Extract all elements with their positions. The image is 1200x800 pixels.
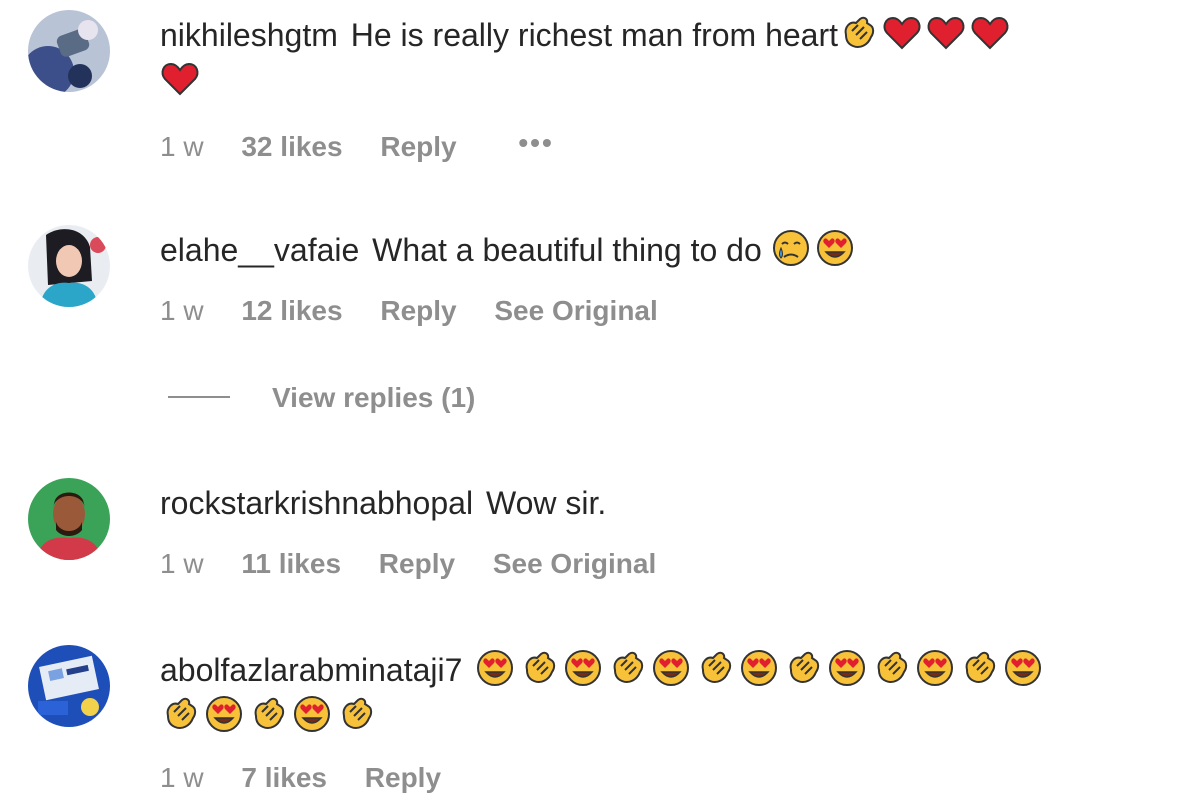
- crying-face-icon: [771, 228, 811, 268]
- comment-text-line: [160, 693, 1170, 739]
- avatar[interactable]: [28, 10, 110, 92]
- heart-eyes-face-icon: [827, 648, 867, 688]
- comment-text: Wow sir.: [485, 485, 607, 521]
- clapping-hands-icon: [871, 648, 911, 688]
- comment-text: What a beautiful thing to do: [372, 232, 762, 268]
- reply-button[interactable]: Reply: [380, 130, 456, 164]
- comment-username[interactable]: nikhileshgtm: [160, 17, 338, 53]
- comment-time[interactable]: 1 w: [160, 130, 204, 164]
- comment-likes[interactable]: 11 likes: [241, 547, 341, 581]
- avatar[interactable]: [28, 645, 110, 727]
- clapping-hands-icon: [248, 694, 288, 734]
- comment-username[interactable]: elahe__vafaie: [160, 232, 359, 268]
- comment-meta: 1 w 11 likes Reply See Original: [160, 547, 686, 581]
- comment-meta: 1 w 12 likes Reply See Original: [160, 294, 688, 328]
- clapping-hands-icon: [336, 694, 376, 734]
- heart-eyes-face-icon: [915, 648, 955, 688]
- heart-eyes-face-icon: [563, 648, 603, 688]
- more-options-icon[interactable]: •••: [518, 126, 553, 160]
- clapping-hands-icon: [783, 648, 823, 688]
- replies-divider: [168, 396, 230, 398]
- heart-eyes-face-icon: [204, 694, 244, 734]
- comment-time[interactable]: 1 w: [160, 547, 204, 581]
- comment-text-line: nikhileshgtm He is really richest man fr…: [160, 12, 1170, 58]
- red-heart-icon: [926, 13, 966, 53]
- comment-likes[interactable]: 12 likes: [241, 294, 342, 328]
- comments-feed: nikhileshgtm He is really richest man fr…: [0, 0, 1200, 800]
- comment-text: He is really richest man from heart: [350, 17, 839, 53]
- clapping-hands-icon: [607, 648, 647, 688]
- view-replies-button[interactable]: View replies (1): [168, 382, 475, 414]
- clapping-hands-icon: [695, 648, 735, 688]
- clapping-hands-icon: [838, 13, 878, 53]
- comment-text-line: abolfazlarabminataji7: [160, 647, 1170, 693]
- heart-eyes-face-icon: [651, 648, 691, 688]
- heart-eyes-face-icon: [739, 648, 779, 688]
- avatar[interactable]: [28, 225, 110, 307]
- clapping-hands-icon: [959, 648, 999, 688]
- comment-text-line: elahe__vafaie What a beautiful thing to …: [160, 227, 1170, 273]
- reply-button[interactable]: Reply: [379, 547, 455, 581]
- red-heart-icon: [970, 13, 1010, 53]
- comment-text-line: rockstarkrishnabhopal Wow sir.: [160, 480, 1170, 526]
- comment-time[interactable]: 1 w: [160, 761, 204, 795]
- comment-username[interactable]: abolfazlarabminataji7: [160, 652, 462, 688]
- comment-text-line: [160, 58, 1170, 104]
- view-replies-label[interactable]: View replies (1): [272, 382, 475, 413]
- heart-eyes-face-icon: [1003, 648, 1043, 688]
- heart-eyes-face-icon: [815, 228, 855, 268]
- reply-button[interactable]: Reply: [365, 761, 441, 795]
- heart-eyes-face-icon: [292, 694, 332, 734]
- reply-button[interactable]: Reply: [380, 294, 456, 328]
- red-heart-icon: [882, 13, 922, 53]
- see-original-button[interactable]: See Original: [494, 294, 657, 328]
- see-original-button[interactable]: See Original: [493, 547, 656, 581]
- clapping-hands-icon: [160, 694, 200, 734]
- heart-eyes-face-icon: [475, 648, 515, 688]
- comment-time[interactable]: 1 w: [160, 294, 204, 328]
- comment-likes[interactable]: 32 likes: [241, 130, 342, 164]
- comment-meta: 1 w 7 likes Reply: [160, 761, 471, 795]
- comment-likes[interactable]: 7 likes: [241, 761, 327, 795]
- comment-meta: 1 w 32 likes Reply •••: [160, 126, 584, 164]
- avatar[interactable]: [28, 478, 110, 560]
- clapping-hands-icon: [519, 648, 559, 688]
- comment-username[interactable]: rockstarkrishnabhopal: [160, 485, 473, 521]
- red-heart-icon: [160, 59, 200, 99]
